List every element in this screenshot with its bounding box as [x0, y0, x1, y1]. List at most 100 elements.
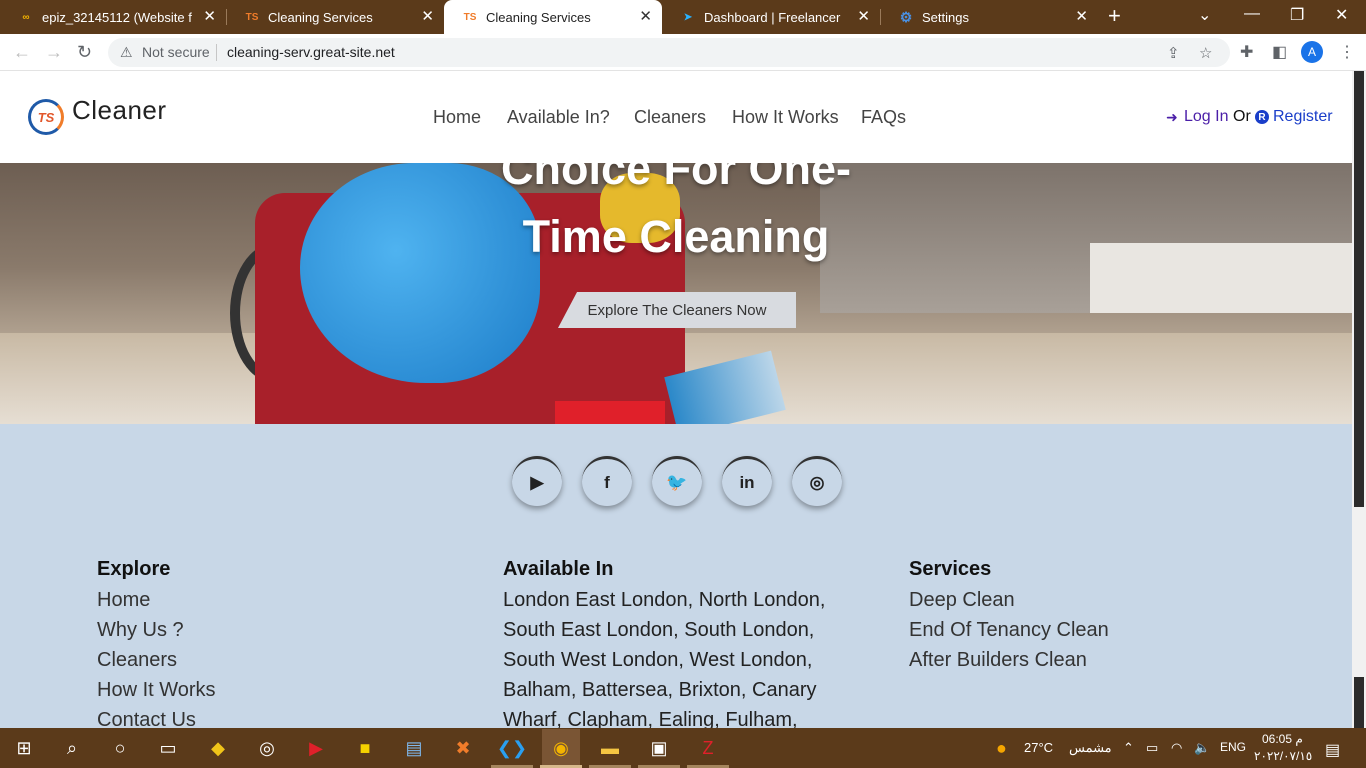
kebab-menu-icon[interactable]: ⋮ [1339, 42, 1355, 62]
sign-in-icon: ➜ [1166, 109, 1178, 125]
brand-logo-icon[interactable]: TS [28, 99, 64, 135]
share-icon[interactable]: ⇪ [1167, 44, 1180, 62]
ts-logo-icon: TS [463, 11, 477, 23]
instagram-icon[interactable]: ◎ [792, 456, 842, 506]
vscode-icon[interactable]: ❮❯ [493, 729, 531, 767]
explore-cleaners-button[interactable]: Explore The Cleaners Now [558, 292, 796, 328]
page-viewport: Choice For One- Time Cleaning Explore Th… [0, 71, 1352, 728]
omnibox[interactable]: ⚠ Not secure cleaning-serv.great-site.ne… [108, 38, 1230, 67]
footer-link-cleaners[interactable]: Cleaners [97, 645, 177, 675]
side-panel-icon[interactable]: ◧ [1272, 42, 1287, 62]
git-app-icon[interactable]: ◆ [199, 729, 237, 767]
scrollbar-track-top [1354, 71, 1364, 507]
language-indicator[interactable]: ENG [1220, 740, 1246, 754]
profile-avatar[interactable]: A [1301, 41, 1323, 63]
window-close-button[interactable]: ✕ [1335, 5, 1348, 25]
laptop-app-icon[interactable]: ▤ [395, 729, 433, 767]
tab-title: Settings [922, 9, 969, 25]
close-icon[interactable]: ✕ [639, 9, 652, 25]
close-icon[interactable]: ✕ [421, 9, 434, 25]
youtube-music-icon[interactable]: ▶ [297, 729, 335, 767]
nav-home[interactable]: Home [433, 107, 481, 128]
tab-search-icon[interactable]: ⌄ [1198, 5, 1211, 25]
omnibox-divider [216, 44, 217, 61]
forward-arrow-icon[interactable]: → [45, 42, 63, 62]
tab-1[interactable]: TS Cleaning Services ✕ [226, 0, 444, 34]
gear-icon: ⚙ [899, 8, 913, 25]
scrollbar-thumb[interactable] [1354, 677, 1364, 728]
tab-2-active[interactable]: TS Cleaning Services ✕ [444, 0, 662, 34]
or-text: Or [1233, 108, 1251, 125]
wifi-icon[interactable]: ◠ [1171, 740, 1182, 756]
nav-cleaners[interactable]: Cleaners [634, 107, 706, 128]
task-view-icon[interactable]: ▭ [149, 729, 187, 767]
media-app-icon[interactable]: ◎ [248, 729, 286, 767]
nav-faqs[interactable]: FAQs [861, 107, 906, 128]
tab-title: epiz_32145112 (Website for c [42, 9, 192, 25]
multicolor-host-icon: ∞ [22, 11, 30, 23]
windows-start-icon[interactable]: ⊞ [5, 729, 43, 767]
weather-temp[interactable]: 27°C [1024, 740, 1053, 755]
login-link[interactable]: Log In [1184, 108, 1228, 126]
tray-chevron-icon[interactable]: ⌃ [1123, 740, 1134, 756]
back-arrow-icon[interactable]: ← [13, 42, 31, 62]
cortana-circle-icon[interactable]: ○ [101, 729, 139, 767]
freelancer-bird-icon: ➤ [683, 11, 693, 23]
close-icon[interactable]: ✕ [857, 9, 870, 25]
footer-link-why-us[interactable]: Why Us ? [97, 615, 184, 645]
service-after-builders[interactable]: After Builders Clean [909, 645, 1087, 675]
notifications-icon[interactable]: ▤ [1325, 740, 1340, 760]
restore-button[interactable]: ❐ [1290, 5, 1304, 25]
tab-title: Dashboard | Freelancer [704, 9, 841, 25]
nav-available-in[interactable]: Available In? [507, 107, 610, 128]
tab-title: Cleaning Services [268, 9, 373, 25]
sticky-notes-icon[interactable]: ■ [346, 729, 384, 767]
clock-date[interactable]: ٢٠٢٢/٠٧/١٥ [1254, 749, 1312, 763]
registered-icon: R [1255, 110, 1269, 124]
nav-how-it-works[interactable]: How It Works [732, 107, 839, 128]
address-toolbar: ← → ↻ ⚠ Not secure cleaning-serv.great-s… [0, 34, 1366, 71]
minimize-button[interactable]: — [1244, 5, 1260, 23]
bookmark-star-icon[interactable]: ☆ [1199, 44, 1212, 62]
chrome-icon[interactable]: ◉ [542, 729, 580, 767]
twitter-icon[interactable]: 🐦 [652, 456, 702, 506]
weather-label[interactable]: مشمس [1069, 740, 1112, 756]
facebook-icon[interactable]: f [582, 456, 632, 506]
brand-name[interactable]: Cleaner [72, 95, 167, 126]
page-scrollbar[interactable] [1352, 71, 1366, 728]
reload-icon[interactable]: ↻ [77, 42, 92, 62]
service-end-of-tenancy[interactable]: End Of Tenancy Clean [909, 615, 1109, 645]
footer-link-home[interactable]: Home [97, 585, 150, 615]
security-label[interactable]: Not secure [142, 44, 210, 60]
extensions-puzzle-icon[interactable]: ✚ [1240, 42, 1253, 62]
service-deep-clean[interactable]: Deep Clean [909, 585, 1015, 615]
tab-4[interactable]: ⚙ Settings ✕ [880, 0, 1098, 34]
url-text[interactable]: cleaning-serv.great-site.net [227, 44, 395, 60]
close-icon[interactable]: ✕ [1075, 9, 1088, 25]
tab-0[interactable]: ∞ epiz_32145112 (Website for c ✕ [0, 0, 226, 34]
footer-link-contact-us[interactable]: Contact Us [97, 705, 196, 728]
linkedin-icon[interactable]: in [722, 456, 772, 506]
volume-icon[interactable]: 🔈 [1194, 740, 1210, 756]
tab-3[interactable]: ➤ Dashboard | Freelancer ✕ [662, 0, 880, 34]
search-icon[interactable]: ⌕ [53, 729, 91, 767]
close-icon[interactable]: ✕ [203, 9, 216, 25]
youtube-icon[interactable]: ▶ [512, 456, 562, 506]
available-in-heading: Available In [503, 558, 614, 580]
xampp-icon[interactable]: ✖ [444, 729, 482, 767]
register-link[interactable]: Register [1273, 108, 1333, 126]
hero-banner: Choice For One- Time Cleaning Explore Th… [0, 163, 1352, 424]
browser-tab-strip: ∞ epiz_32145112 (Website for c ✕ TS Clea… [0, 0, 1366, 34]
filezilla-icon[interactable]: Z [689, 729, 727, 767]
sun-weather-icon[interactable]: ● [996, 738, 1007, 759]
available-areas-text: London East London, North London, South … [503, 589, 826, 728]
ts-logo-icon: TS [245, 11, 259, 23]
warning-icon[interactable]: ⚠ [120, 44, 133, 61]
new-tab-button[interactable]: + [1108, 5, 1121, 27]
footer-link-how-it-works[interactable]: How It Works [97, 675, 216, 705]
app-window-icon[interactable]: ▣ [640, 729, 678, 767]
tab-title: Cleaning Services [486, 9, 591, 25]
clock-time[interactable]: 06:05 م [1262, 732, 1303, 746]
battery-icon[interactable]: ▭ [1146, 740, 1158, 756]
file-explorer-icon[interactable]: ▬ [591, 729, 629, 767]
